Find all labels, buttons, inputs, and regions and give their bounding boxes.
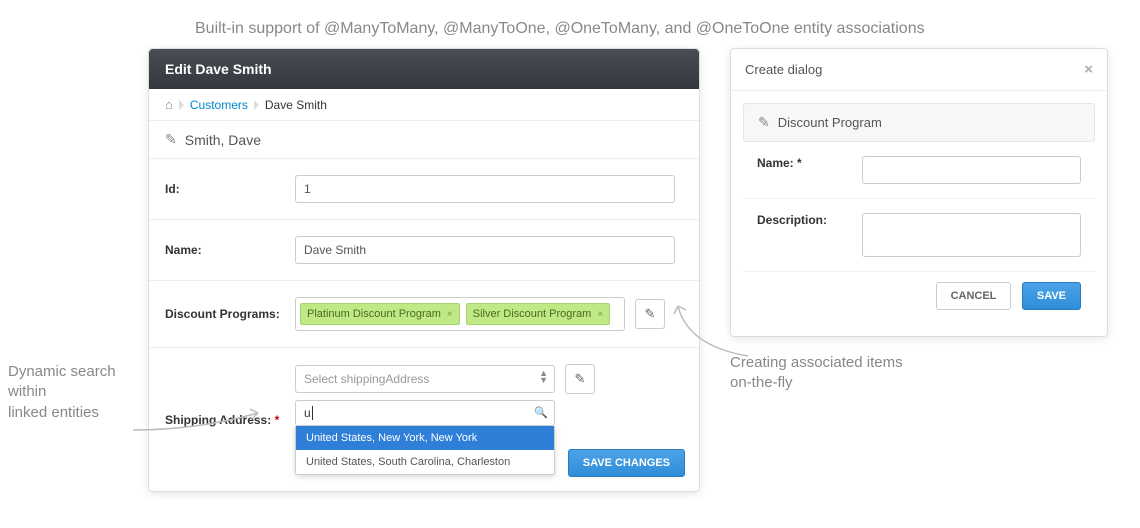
caption-top: Built-in support of @ManyToMany, @ManyTo… (195, 20, 925, 38)
id-row: Id: (149, 159, 699, 220)
dialog-name-input[interactable] (862, 156, 1081, 184)
edit-icon: ✎ (165, 131, 177, 148)
remove-tag-icon[interactable]: × (447, 309, 453, 320)
remove-tag-icon[interactable]: × (597, 309, 603, 320)
discount-tag[interactable]: Platinum Discount Program × (300, 303, 460, 325)
create-icon: ✎ (645, 306, 656, 322)
tag-label: Platinum Discount Program (307, 308, 441, 320)
shipping-search[interactable]: u 🔍 (295, 400, 555, 426)
id-label: Id: (165, 182, 295, 196)
cancel-button[interactable]: CANCEL (936, 282, 1012, 310)
create-discount-button[interactable]: ✎ (635, 299, 665, 329)
search-value: u (304, 406, 311, 420)
name-label: Name: (165, 243, 295, 257)
shipping-dropdown: United States, New York, New York United… (295, 426, 555, 475)
required-marker: * (797, 156, 802, 170)
breadcrumb-sep-icon (179, 100, 184, 110)
dropdown-item[interactable]: United States, New York, New York (296, 426, 554, 450)
dialog-name-label: Name: * (757, 156, 862, 170)
breadcrumb-sep-icon (254, 100, 259, 110)
select-arrows-icon: ▲▼ (539, 370, 548, 384)
close-icon[interactable]: × (1084, 61, 1093, 78)
breadcrumb-customers-link[interactable]: Customers (190, 98, 248, 112)
home-icon[interactable]: ⌂ (165, 97, 173, 112)
panel-title: Edit Dave Smith (149, 49, 699, 89)
discount-label: Discount Programs: (165, 307, 295, 321)
dialog-name-row: Name: * (743, 142, 1095, 199)
annotation-right: Creating associated items on-the-fly (730, 353, 903, 394)
create-shipping-button[interactable]: ✎ (565, 364, 595, 394)
breadcrumb-current: Dave Smith (265, 98, 327, 112)
dialog-desc-input[interactable] (862, 213, 1081, 257)
dialog-desc-label: Description: (757, 213, 862, 227)
discount-tag[interactable]: Silver Discount Program × (466, 303, 610, 325)
save-button[interactable]: SAVE (1022, 282, 1081, 310)
dialog-sub-text: Discount Program (778, 115, 882, 130)
breadcrumb: ⌂ Customers Dave Smith (149, 89, 699, 121)
name-input[interactable] (295, 236, 675, 264)
dropdown-item[interactable]: United States, South Carolina, Charlesto… (296, 450, 554, 474)
tag-label: Silver Discount Program (473, 308, 592, 320)
edit-panel: Edit Dave Smith ⌂ Customers Dave Smith ✎… (148, 48, 700, 492)
sub-header-text: Smith, Dave (185, 132, 261, 148)
discount-tag-input[interactable]: Platinum Discount Program × Silver Disco… (295, 297, 625, 331)
shipping-label: Shipping Address: * (165, 413, 295, 427)
text-cursor (312, 406, 313, 420)
required-marker: * (275, 413, 280, 427)
annotation-left: Dynamic search within linked entities (8, 362, 140, 423)
dialog-desc-row: Description: (743, 199, 1095, 272)
shipping-placeholder: Select shippingAddress (304, 372, 429, 386)
discount-row: Discount Programs: Platinum Discount Pro… (149, 281, 699, 348)
create-icon: ✎ (575, 371, 586, 387)
id-input[interactable] (295, 175, 675, 203)
shipping-select[interactable]: Select shippingAddress ▲▼ (295, 365, 555, 393)
dialog-title: Create dialog (745, 62, 822, 77)
shipping-row: Shipping Address: * Select shippingAddre… (165, 364, 683, 475)
search-icon: 🔍 (534, 406, 548, 419)
name-row: Name: (149, 220, 699, 281)
sub-header: ✎ Smith, Dave (149, 121, 699, 159)
edit-icon: ✎ (758, 114, 770, 131)
dialog-sub-header: ✎ Discount Program (743, 103, 1095, 142)
create-dialog: Create dialog × ✎ Discount Program Name:… (730, 48, 1108, 337)
